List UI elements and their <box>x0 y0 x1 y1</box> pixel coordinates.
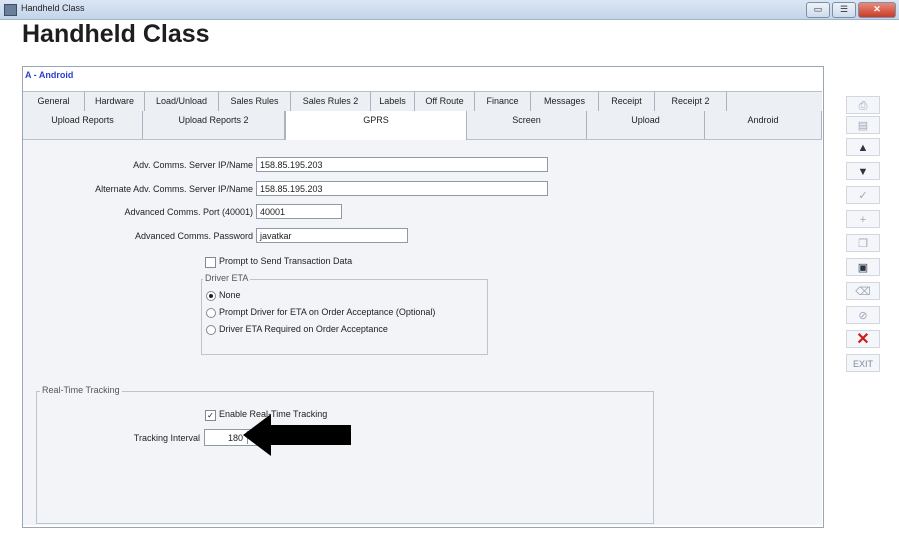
tab-finance[interactable]: Finance <box>475 92 531 111</box>
save-button[interactable]: ▣ <box>846 258 880 276</box>
copy-button[interactable]: ❐ <box>846 234 880 252</box>
page-title: Handheld Class <box>22 20 210 48</box>
maximize-icon: ☰ <box>839 4 849 14</box>
alt-server-input[interactable]: 158.85.195.203 <box>256 181 548 196</box>
tracking-legend: Real-Time Tracking <box>40 385 122 395</box>
tab-android[interactable]: Android <box>705 111 822 139</box>
print-button[interactable]: ⎙ <box>846 96 880 114</box>
eta-optional-label: Prompt Driver for ETA on Order Acceptanc… <box>219 307 436 317</box>
exit-label: EXIT <box>852 359 873 369</box>
eta-required-radio[interactable] <box>206 325 216 335</box>
tab-receipt-2[interactable]: Receipt 2 <box>655 92 727 111</box>
move-down-button[interactable]: ▼ <box>846 162 880 180</box>
print-icon: ⎙ <box>858 100 868 112</box>
tab-sales-rules[interactable]: Sales Rules <box>219 92 291 111</box>
tab-gprs[interactable]: GPRS <box>285 111 467 140</box>
tab-label: Sales Rules 2 <box>302 96 359 106</box>
driver-eta-group <box>201 279 488 355</box>
tab-labels[interactable]: Labels <box>371 92 415 111</box>
delete-icon: ⌫ <box>855 286 871 298</box>
password-label: Advanced Comms. Password <box>134 231 253 241</box>
up-arrow-icon: ▲ <box>857 142 869 154</box>
tab-label: Off Route <box>425 96 464 106</box>
tab-upload-reports-2[interactable]: Upload Reports 2 <box>143 111 285 139</box>
tab-label: Load/Unload <box>155 96 208 106</box>
minimize-icon: ▭ <box>813 4 823 14</box>
eta-none-radio[interactable] <box>206 291 216 301</box>
server-label: Adv. Comms. Server IP/Name <box>133 160 253 170</box>
tab-label: Receipt <box>611 96 642 106</box>
eta-required-label: Driver ETA Required on Order Acceptance <box>219 324 388 334</box>
tracking-interval-value: 180 <box>227 433 243 443</box>
tab-general[interactable]: General <box>23 92 85 111</box>
list-button[interactable]: ▤ <box>846 116 880 134</box>
server-input[interactable]: 158.85.195.203 <box>256 157 548 172</box>
app-icon <box>4 4 17 16</box>
tab-label: Android <box>747 115 779 125</box>
port-label: Advanced Comms. Port (40001) <box>124 207 253 217</box>
window-titlebar: Handheld Class ▭ ☰ ✕ <box>0 0 899 20</box>
driver-eta-legend: Driver ETA <box>203 273 251 283</box>
port-input[interactable]: 40001 <box>256 204 342 219</box>
annotation-arrow-icon <box>243 414 351 456</box>
tab-row-1: General Hardware Load/Unload Sales Rules… <box>23 91 822 112</box>
tab-sales-rules-2[interactable]: Sales Rules 2 <box>291 92 371 111</box>
confirm-button[interactable]: ✓ <box>846 186 880 204</box>
delete-button[interactable]: ⌫ <box>846 282 880 300</box>
tab-screen[interactable]: Screen <box>467 111 587 139</box>
tab-label: Hardware <box>94 96 134 106</box>
save-icon: ▣ <box>857 262 869 274</box>
add-icon: + <box>859 214 867 226</box>
tab-upload-reports[interactable]: Upload Reports <box>23 111 143 139</box>
tab-receipt[interactable]: Receipt <box>599 92 655 111</box>
window-title: Handheld Class <box>21 3 85 13</box>
tab-upload[interactable]: Upload <box>587 111 705 139</box>
tab-load-unload[interactable]: Load/Unload <box>145 92 219 111</box>
tab-label: Upload <box>631 115 660 125</box>
exit-button[interactable]: EXIT <box>846 354 880 372</box>
move-up-button[interactable]: ▲ <box>846 138 880 156</box>
add-button[interactable]: + <box>846 210 880 228</box>
maximize-button[interactable]: ☰ <box>832 2 856 18</box>
tab-label: Upload Reports <box>51 115 114 125</box>
tab-label: Screen <box>512 115 541 125</box>
alt-server-label: Alternate Adv. Comms. Server IP/Name <box>95 184 253 194</box>
tab-label: Upload Reports 2 <box>178 115 249 125</box>
tab-label: Messages <box>543 96 586 106</box>
copy-icon: ❐ <box>858 238 868 250</box>
tab-label: Labels <box>379 96 406 106</box>
eta-optional-radio[interactable] <box>206 308 216 318</box>
tracking-interval-label: Tracking Interval <box>133 433 200 443</box>
undo-button[interactable]: ⊘ <box>846 306 880 324</box>
tab-label: GPRS <box>363 115 389 125</box>
password-input[interactable]: javatkar <box>256 228 408 243</box>
cancel-icon: ⊘ <box>858 310 868 322</box>
tab-label: Finance <box>486 96 519 106</box>
tab-row-2: Upload Reports Upload Reports 2 GPRS Scr… <box>23 111 822 140</box>
down-arrow-icon: ▼ <box>857 166 869 178</box>
tab-messages[interactable]: Messages <box>531 92 599 111</box>
close-button[interactable]: ✕ <box>858 2 896 18</box>
tab-hardware[interactable]: Hardware <box>85 92 145 111</box>
prompt-send-label: Prompt to Send Transaction Data <box>219 256 353 266</box>
tracking-group <box>36 391 654 524</box>
eta-none-label: None <box>219 290 241 300</box>
minimize-button[interactable]: ▭ <box>806 2 830 18</box>
cancel-button[interactable]: ✕ <box>846 330 880 348</box>
enable-tracking-checkbox[interactable]: ✓ <box>205 410 216 421</box>
close-icon: ✕ <box>873 4 881 14</box>
tab-label: Receipt 2 <box>671 96 710 106</box>
prompt-send-checkbox[interactable] <box>205 257 216 268</box>
list-icon: ▤ <box>857 120 869 132</box>
close-x-icon: ✕ <box>856 331 870 348</box>
checkmark-icon: ✓ <box>858 190 868 202</box>
tab-label: Sales Rules <box>230 96 279 106</box>
tab-label: General <box>37 96 70 106</box>
module-label: A - Android <box>25 70 74 80</box>
tab-off-route[interactable]: Off Route <box>415 92 475 111</box>
